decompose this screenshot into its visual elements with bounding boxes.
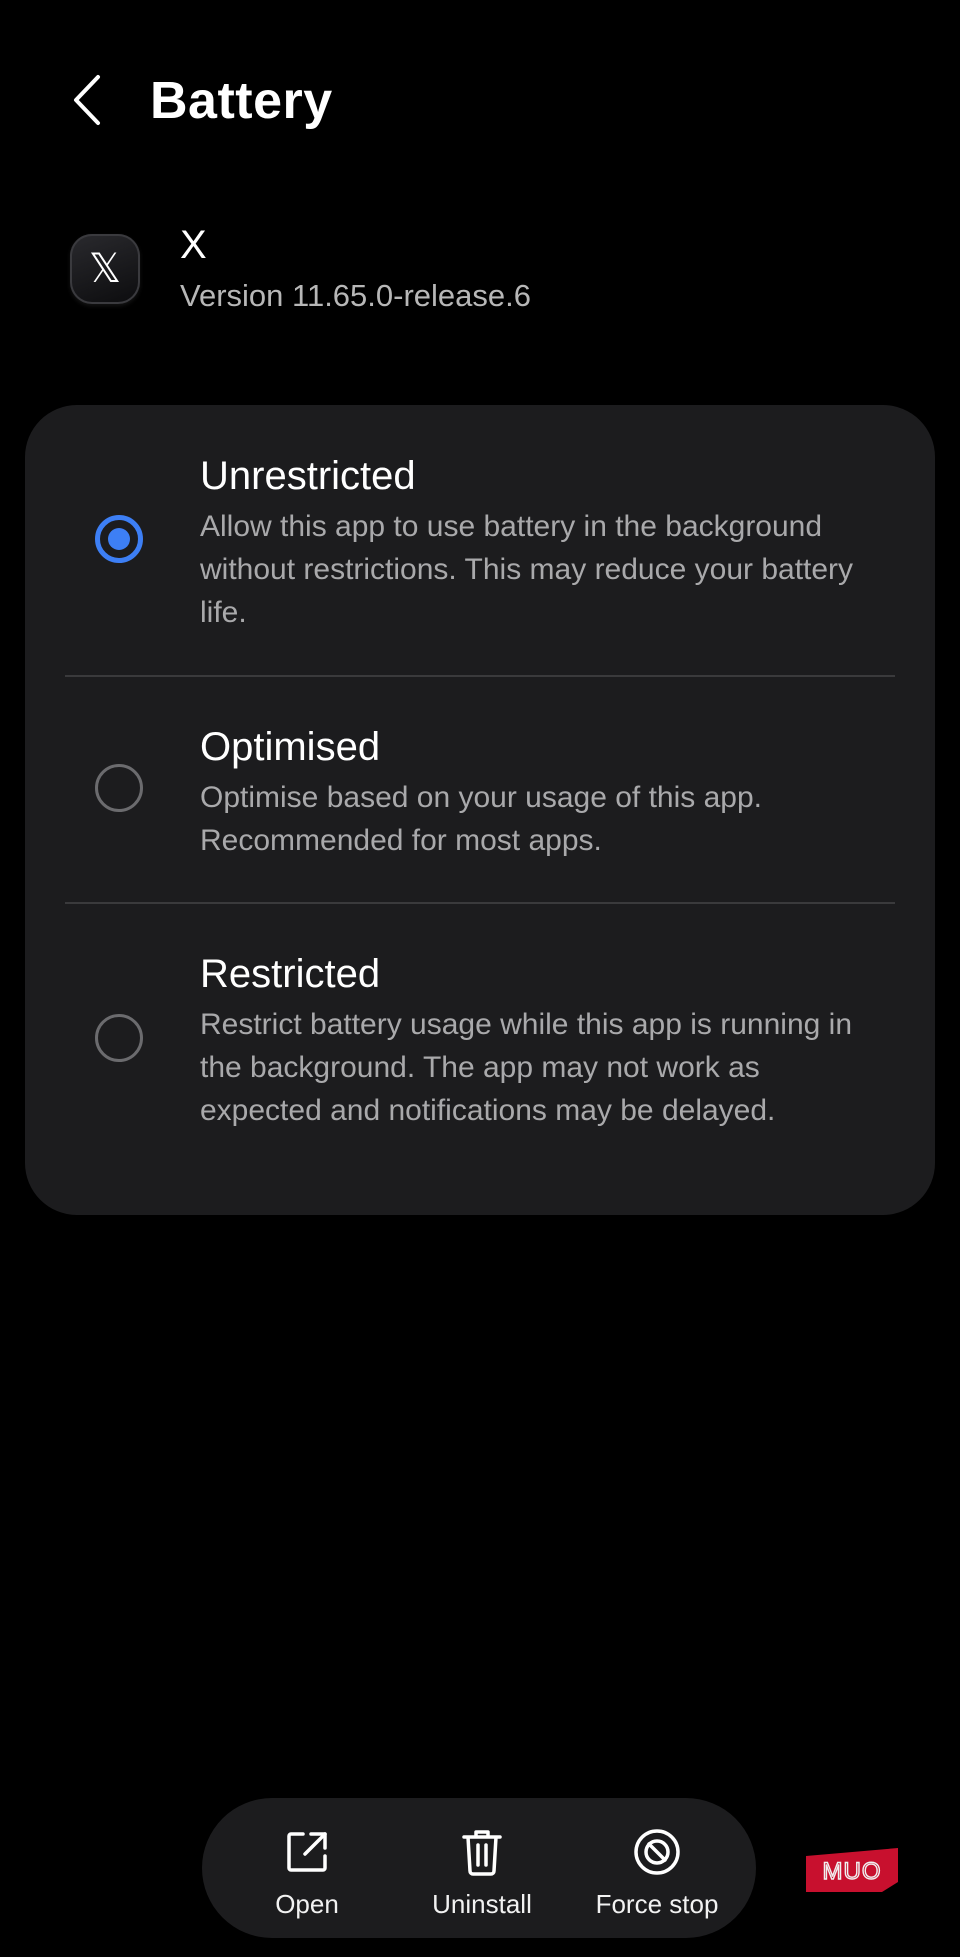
page-title: Battery <box>150 72 333 130</box>
app-name: X <box>180 223 207 267</box>
back-button[interactable] <box>62 68 112 132</box>
uninstall-label: Uninstall <box>432 1889 532 1919</box>
option-description: Allow this app to use battery in the bac… <box>200 510 854 629</box>
block-icon <box>631 1826 683 1878</box>
header: Battery <box>0 0 960 200</box>
option-description: Restrict battery usage while this app is… <box>200 1008 853 1127</box>
x-logo-glyph: 𝕏 <box>88 246 122 292</box>
force-stop-button[interactable]: Force stop <box>582 1798 732 1938</box>
open-external-icon <box>281 1826 333 1878</box>
app-version: Version 11.65.0-release.6 <box>180 278 531 313</box>
svg-text:MUO: MUO <box>823 1858 882 1885</box>
x-logo-icon: 𝕏 <box>70 234 140 304</box>
option-title: Unrestricted <box>200 454 416 498</box>
battery-options-card: Unrestricted Allow this app to use batte… <box>25 405 935 1215</box>
open-label: Open <box>275 1889 339 1919</box>
open-button[interactable]: Open <box>252 1798 362 1938</box>
option-unrestricted[interactable]: Unrestricted Allow this app to use batte… <box>25 405 935 675</box>
bottom-action-bar: Open Uninstall Force stop <box>202 1798 756 1938</box>
muo-watermark: MUO <box>806 1848 898 1892</box>
option-title: Restricted <box>200 952 381 996</box>
force-stop-label: Force stop <box>595 1889 719 1919</box>
option-description: Optimise based on your usage of this app… <box>200 781 763 857</box>
radio-unrestricted[interactable] <box>95 515 143 563</box>
app-info: 𝕏 X Version 11.65.0-release.6 <box>0 220 960 340</box>
trash-icon <box>456 1826 508 1878</box>
chevron-left-icon <box>74 75 100 125</box>
option-restricted[interactable]: Restricted Restrict battery usage while … <box>25 903 935 1215</box>
radio-restricted[interactable] <box>95 1014 143 1062</box>
radio-optimised[interactable] <box>95 764 143 812</box>
uninstall-button[interactable]: Uninstall <box>412 1798 552 1938</box>
option-title: Optimised <box>200 725 381 769</box>
option-optimised[interactable]: Optimised Optimise based on your usage o… <box>25 676 935 902</box>
